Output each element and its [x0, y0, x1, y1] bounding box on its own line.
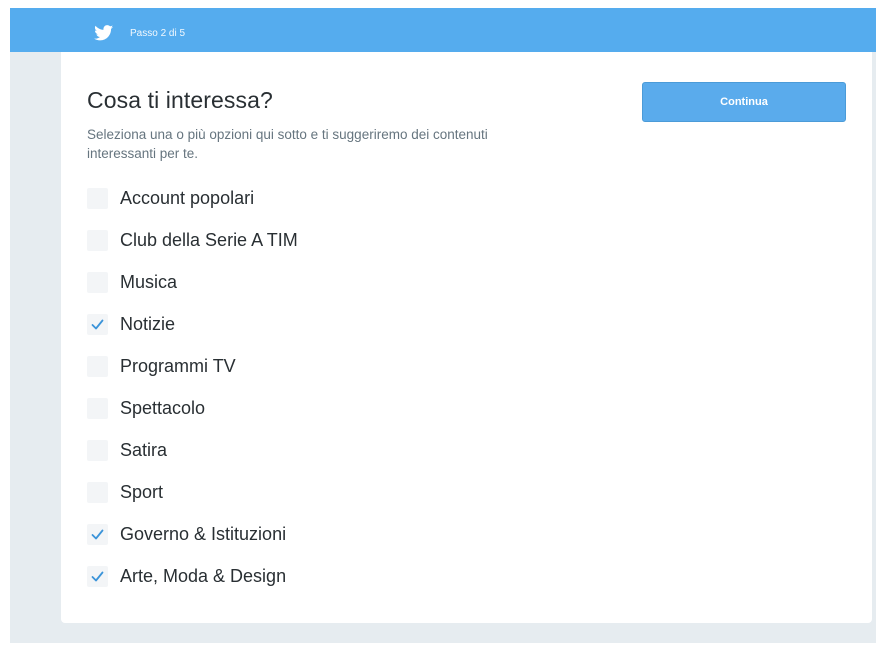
option-label: Satira — [120, 439, 168, 460]
checkmark-icon — [91, 571, 104, 581]
page-subtitle: Seleziona una o più opzioni qui sotto e … — [87, 127, 488, 161]
interests-card: Cosa ti interessa? Seleziona una o più o… — [61, 52, 872, 623]
top-bar: Passo 2 di 5 — [10, 8, 876, 52]
twitter-bird-icon — [94, 25, 114, 41]
step-indicator: Passo 2 di 5 — [130, 28, 186, 39]
interest-option[interactable]: Club della Serie A TIM — [87, 219, 298, 261]
interest-option[interactable]: Governo & Istituzioni — [87, 513, 298, 555]
interest-options-list: Account popolari Club della Serie A TIM … — [87, 177, 298, 597]
checkbox[interactable] — [87, 439, 108, 461]
checkbox[interactable] — [87, 397, 108, 419]
interest-option[interactable]: Satira — [87, 429, 298, 471]
interest-option[interactable]: Sport — [87, 471, 298, 513]
checkbox[interactable] — [87, 565, 108, 587]
checkmark-icon — [91, 319, 104, 329]
interest-option[interactable]: Account popolari — [87, 177, 298, 219]
checkbox[interactable] — [87, 271, 108, 293]
checkbox[interactable] — [87, 523, 108, 545]
option-label: Notizie — [120, 313, 176, 334]
interest-option[interactable]: Spettacolo — [87, 387, 298, 429]
interest-option[interactable]: Arte, Moda & Design — [87, 555, 298, 597]
option-label: Account popolari — [120, 187, 255, 208]
option-label: Governo & Istituzioni — [120, 523, 287, 544]
checkmark-icon — [91, 529, 104, 539]
checkbox[interactable] — [87, 481, 108, 503]
interest-option[interactable]: Notizie — [87, 303, 298, 345]
checkbox[interactable] — [87, 313, 108, 335]
option-label: Club della Serie A TIM — [120, 229, 298, 250]
option-label: Sport — [120, 481, 164, 502]
option-label: Arte, Moda & Design — [120, 565, 287, 586]
interest-option[interactable]: Musica — [87, 261, 298, 303]
option-label: Programmi TV — [120, 355, 236, 376]
checkbox[interactable] — [87, 229, 108, 251]
checkbox[interactable] — [87, 355, 108, 377]
option-label: Musica — [120, 271, 178, 292]
option-label: Spettacolo — [120, 397, 206, 418]
checkbox[interactable] — [87, 187, 108, 209]
interest-option[interactable]: Programmi TV — [87, 345, 298, 387]
page-title: Cosa ti interessa? — [87, 87, 273, 113]
continue-button[interactable]: Continua — [642, 82, 846, 122]
